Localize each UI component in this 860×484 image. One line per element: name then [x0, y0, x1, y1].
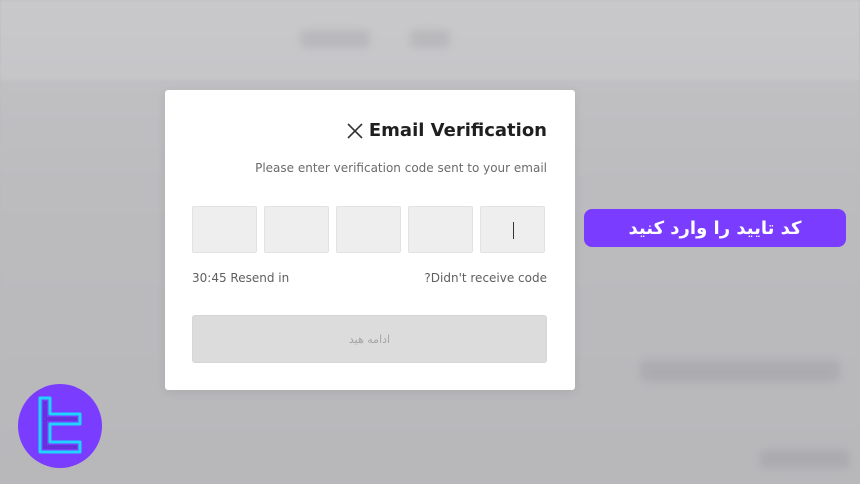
- background-blob: [410, 30, 450, 48]
- modal-subtitle: Please enter verification code sent to y…: [255, 161, 547, 175]
- instruction-callout: کد تایید را وارد کنید: [584, 209, 846, 247]
- background-blob: [300, 30, 370, 48]
- background-blob: [760, 450, 850, 468]
- didnt-receive-code-link[interactable]: ?Didn't receive code: [424, 271, 547, 285]
- code-digit-4[interactable]: [408, 206, 473, 253]
- modal-title: Email Verification: [368, 120, 547, 141]
- text-caret: [513, 222, 514, 239]
- verification-code-inputs: [192, 206, 545, 253]
- close-icon[interactable]: [345, 121, 365, 141]
- code-digit-5[interactable]: [480, 206, 545, 253]
- modal-header: Email Verification: [345, 120, 547, 141]
- background-blob: [640, 360, 840, 382]
- continue-button[interactable]: ادامه هید: [192, 315, 547, 363]
- resend-timer: 30:45 Resend in: [192, 271, 290, 285]
- email-verification-modal: Email Verification Please enter verifica…: [165, 90, 575, 390]
- brand-logo-icon: [38, 396, 82, 454]
- brand-logo: [18, 384, 102, 468]
- code-digit-1[interactable]: [192, 206, 257, 253]
- code-digit-3[interactable]: [336, 206, 401, 253]
- code-digit-2[interactable]: [264, 206, 329, 253]
